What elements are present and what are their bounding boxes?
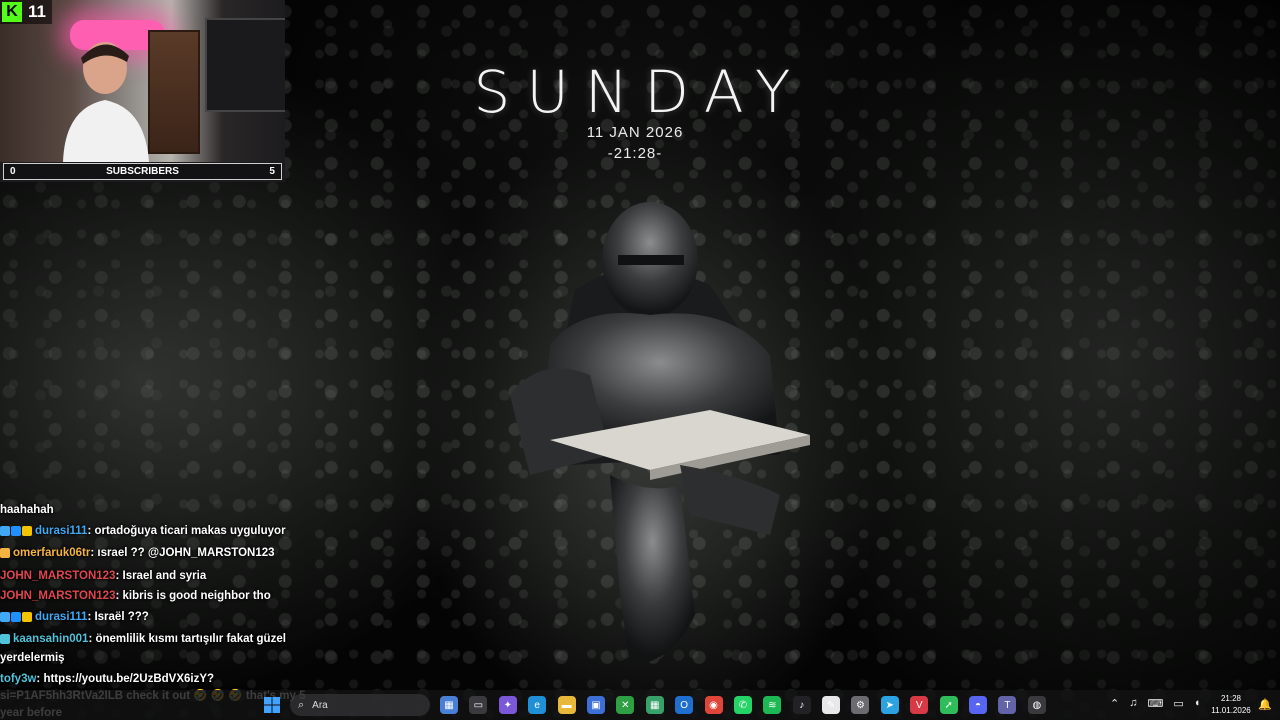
chat-text: : Israël ??? bbox=[87, 610, 149, 623]
pinned-apps: ▦ ▭ ✦ e ▬ ▣ ✕ ▦ O ◉ ✆ ≋ ♪ ✎ ⚙ ➤ V ➚ ◓ T ◍ bbox=[440, 696, 1057, 714]
folder-icon[interactable]: ▬ bbox=[557, 696, 576, 714]
chat-username[interactable]: durasi111 bbox=[35, 611, 87, 623]
webcam-overlay: K 11 0 SUBSCRIBERS 5 bbox=[0, 0, 285, 182]
chat-username[interactable]: tofy3w bbox=[0, 673, 36, 685]
chat-message: haahahah bbox=[0, 500, 310, 521]
clock-date: 11.01.2026 bbox=[1211, 706, 1251, 715]
badge-icon bbox=[0, 548, 10, 558]
user-badges bbox=[0, 633, 11, 650]
chat-text: : kibris is good neighbor tho bbox=[115, 590, 271, 602]
edge-icon[interactable]: e bbox=[528, 696, 547, 714]
subscribers-right: 5 bbox=[269, 166, 275, 177]
badge-icon bbox=[22, 525, 32, 536]
user-badges bbox=[0, 545, 11, 566]
badge-icon bbox=[11, 525, 21, 536]
day-of-week: SUNDAY bbox=[473, 58, 807, 126]
volume-icon[interactable]: ◖ bbox=[1194, 697, 1201, 710]
subscribers-label: SUBSCRIBERS bbox=[106, 166, 179, 177]
time-label: -21:28- bbox=[607, 145, 663, 162]
whatsapp-icon[interactable]: ✆ bbox=[733, 696, 752, 714]
chat-message: kaansahin001: önemlilik kısmı tartışılır… bbox=[0, 629, 310, 669]
user-badges bbox=[0, 609, 33, 630]
desktop: SUNDAY 11 JAN 2026 -21:28- K 11 0 SUBSCR… bbox=[0, 0, 1280, 720]
chevron-up-icon[interactable]: ⌃ bbox=[1110, 697, 1119, 710]
subscribers-left: 0 bbox=[10, 166, 16, 177]
chat-username[interactable]: durasi111 bbox=[35, 525, 87, 537]
settings-icon[interactable]: ⚙ bbox=[851, 696, 870, 714]
chat-username[interactable]: omerfaruk06tr bbox=[13, 547, 90, 559]
kick-logo-icon: K bbox=[2, 2, 22, 22]
obs-icon[interactable]: ◍ bbox=[1027, 696, 1046, 714]
outlook-icon[interactable]: O bbox=[675, 696, 694, 714]
xbox-icon[interactable]: ✕ bbox=[616, 696, 635, 714]
telegram-icon[interactable]: ➤ bbox=[880, 696, 899, 714]
store-icon[interactable]: ▣ bbox=[586, 696, 605, 714]
badge-icon bbox=[0, 611, 10, 622]
subscribers-bar: 0 SUBSCRIBERS 5 bbox=[3, 163, 282, 180]
viewer-count: 11 bbox=[28, 2, 46, 21]
search-placeholder: Ara bbox=[312, 699, 328, 711]
keyboard-icon[interactable]: ⌨ bbox=[1147, 697, 1163, 710]
taskbar: ⌕ Ara ▦ ▭ ✦ e ▬ ▣ ✕ ▦ O ◉ ✆ ≋ ♪ ✎ ⚙ ➤ V ➚ ◓ T ◍ ⌃ ♫ ⌨ ▭ ◖ 21… bbox=[0, 690, 1280, 720]
badge-icon bbox=[11, 611, 21, 622]
chat-text: : ortadoğuya ticari makas uyguluyor bbox=[87, 524, 286, 537]
badge-icon bbox=[22, 611, 32, 622]
badge-icon bbox=[0, 634, 10, 644]
file-explorer-app-icon[interactable]: ▭ bbox=[469, 696, 488, 714]
taskbar-clock[interactable]: 21:28 11.01.2026 bbox=[1208, 693, 1254, 717]
chrome-icon[interactable]: ◉ bbox=[704, 696, 723, 714]
apps-grid-icon[interactable]: ▦ bbox=[645, 696, 664, 714]
tiktok-icon[interactable]: ♪ bbox=[792, 696, 811, 714]
webcam-shelf bbox=[148, 30, 200, 154]
chat-username[interactable]: JOHN_MARSTON123 bbox=[0, 590, 115, 602]
viewer-badge: K 11 bbox=[0, 0, 52, 24]
network-icon[interactable]: ▭ bbox=[1173, 697, 1183, 710]
discord-icon[interactable]: ◓ bbox=[969, 696, 988, 714]
taskbar-search[interactable]: ⌕ Ara bbox=[290, 694, 430, 716]
chat-message: omerfaruk06tr: ısrael ?? @JOHN_MARSTON12… bbox=[0, 543, 310, 566]
chat-overlay: haahahah durasi111: ortadoğuya ticari mak… bbox=[0, 500, 310, 720]
webcam-poster bbox=[205, 18, 285, 112]
date-label: 11 JAN 2026 bbox=[586, 124, 684, 141]
start-button[interactable] bbox=[264, 697, 280, 713]
chat-message: durasi111: ortadoğuya ticari makas uygul… bbox=[0, 521, 310, 544]
chat-message: JOHN_MARSTON123: Israel and syria bbox=[0, 566, 310, 587]
chat-username[interactable]: kaansahin001 bbox=[13, 633, 88, 645]
chat-text: haahahah bbox=[0, 504, 54, 516]
valorant-icon[interactable]: V bbox=[910, 696, 929, 714]
chat-username[interactable]: JOHN_MARSTON123 bbox=[0, 570, 115, 582]
streamer bbox=[63, 42, 149, 162]
notification-bell-icon[interactable]: 🔔 bbox=[1258, 698, 1272, 711]
notes-icon[interactable]: ✎ bbox=[822, 696, 841, 714]
chat-message: durasi111: Israël ??? bbox=[0, 607, 310, 630]
microphone-icon[interactable]: ♫ bbox=[1129, 697, 1137, 710]
copilot-icon[interactable]: ✦ bbox=[498, 696, 517, 714]
spotify-icon[interactable]: ≋ bbox=[763, 696, 782, 714]
user-badges bbox=[0, 523, 33, 544]
teams-icon[interactable]: T bbox=[998, 696, 1017, 714]
chat-text: : Israel and syria bbox=[115, 569, 207, 582]
sendit-icon[interactable]: ➚ bbox=[939, 696, 958, 714]
chat-text: : ısrael ?? @JOHN_MARSTON123 bbox=[90, 547, 275, 559]
widgets-icon[interactable]: ▦ bbox=[440, 696, 458, 714]
system-tray: ⌃ ♫ ⌨ ▭ ◖ bbox=[1110, 697, 1210, 710]
badge-icon bbox=[0, 525, 10, 536]
chat-message: JOHN_MARSTON123: kibris is good neighbor… bbox=[0, 586, 310, 607]
clock-time: 21:28 bbox=[1220, 694, 1242, 703]
search-icon: ⌕ bbox=[298, 698, 305, 711]
